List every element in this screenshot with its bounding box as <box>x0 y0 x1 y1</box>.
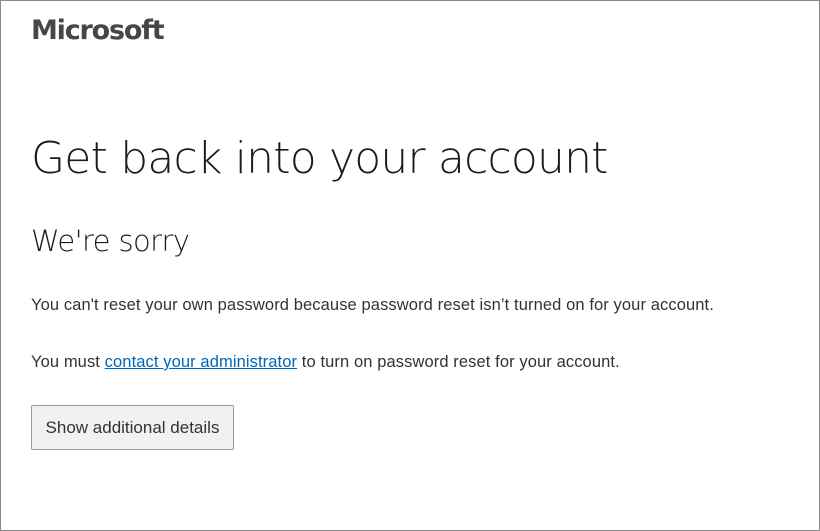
contact-admin-message: You must contact your administrator to t… <box>31 351 620 373</box>
show-additional-details-button[interactable]: Show additional details <box>31 405 234 450</box>
page-frame: Microsoft Get back into your account We'… <box>0 0 820 531</box>
reset-disabled-message: You can't reset your own password becaus… <box>31 296 714 314</box>
contact-admin-suffix: to turn on password reset for your accou… <box>297 353 620 371</box>
page-subtitle: We're sorry <box>31 224 190 258</box>
microsoft-logo: Microsoft <box>31 15 165 46</box>
page-title: Get back into your account <box>31 133 608 184</box>
contact-admin-prefix: You must <box>31 353 105 371</box>
contact-administrator-link[interactable]: contact your administrator <box>105 353 297 371</box>
